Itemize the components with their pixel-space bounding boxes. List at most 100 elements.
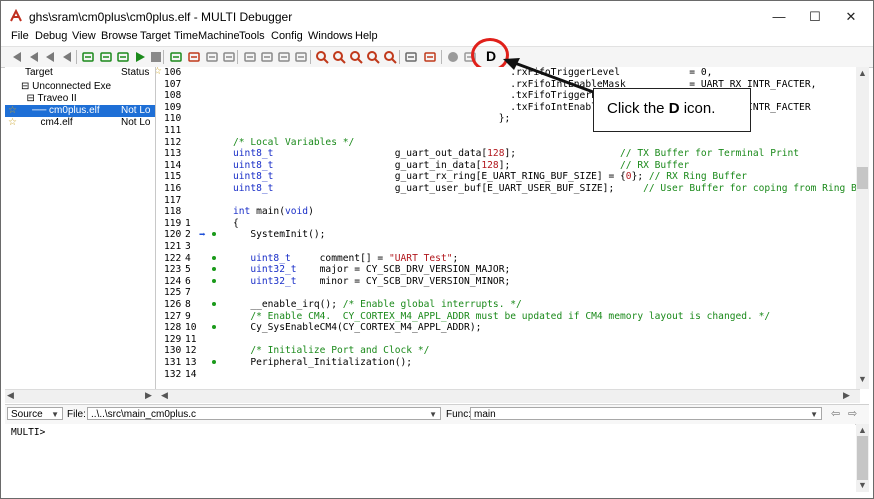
windows-icon[interactable] (404, 50, 418, 64)
source-line[interactable]: 117 (156, 195, 856, 207)
func-select[interactable]: main ▼ (470, 407, 822, 420)
favorite-icon[interactable]: ☆ (8, 93, 17, 104)
source-line[interactable]: 110 }; (156, 113, 856, 125)
source-line[interactable]: 115 uint8_t g_uart_rx_ring[E_UART_RING_BU… (156, 171, 856, 183)
menu-config[interactable]: Config (271, 30, 303, 42)
source-line[interactable]: 128 10 Cy_SysEnableCM4(CY_CORTEX_M4_APPL_… (156, 322, 856, 334)
maximize-button[interactable]: ☐ (795, 5, 835, 29)
source-line[interactable]: 123 5 uint32_t major = CY_SCB_DRV_VERSION… (156, 264, 856, 276)
breakpoint-site-dot[interactable] (212, 255, 216, 260)
menu-windows[interactable]: Windows (308, 30, 353, 42)
source-line[interactable]: 120 2 ➡ SystemInit(); (156, 228, 856, 241)
scroll-thumb[interactable] (857, 167, 868, 189)
file-select[interactable]: ..\..\src\main_cm0plus.c ▼ (87, 407, 441, 420)
step-back2-icon[interactable] (43, 50, 57, 64)
menu-tools[interactable]: Tools (239, 30, 265, 42)
source-line[interactable]: 107 .rxFifoIntEnableMask = UART_RX_INTR_… (156, 79, 856, 91)
menu-browse[interactable]: Browse (101, 30, 138, 42)
menu-help[interactable]: Help (355, 30, 378, 42)
favorite-icon[interactable]: ☆ (8, 117, 17, 128)
target-row[interactable]: ☆ ⊟ Traveo II (5, 93, 155, 105)
scroll-down-icon[interactable]: ▼ (858, 374, 867, 384)
breakpoint-site-dot[interactable] (212, 278, 216, 283)
zoom1-icon[interactable] (315, 50, 329, 64)
scroll-left-icon[interactable]: ◀ (7, 390, 14, 401)
source-line[interactable]: 132 14 (156, 369, 856, 381)
profile-icon[interactable] (294, 50, 308, 64)
hand-icon[interactable] (446, 50, 460, 64)
scroll-down-icon[interactable]: ▼ (858, 480, 867, 490)
source-line[interactable]: 113 uint8_t g_uart_out_data[128]; // TX B… (156, 148, 856, 160)
source-line[interactable]: 108 .txFifoTriggerLevel (156, 90, 856, 102)
source-line[interactable]: 122 4 uint8_t comment[] = "UART Test"; (156, 253, 856, 265)
memory-icon[interactable] (243, 50, 257, 64)
target-row[interactable]: ☆ ⊟ Unconnected Exe (5, 81, 155, 93)
target-column-header[interactable]: Target (25, 67, 53, 78)
status-column-header[interactable]: Status (121, 67, 149, 78)
breakpoint-site-dot[interactable] (212, 360, 216, 364)
back-icon[interactable] (10, 50, 24, 64)
scroll-thumb[interactable] (857, 436, 868, 480)
step-back-icon[interactable] (27, 50, 41, 64)
breakpoint-site-dot[interactable] (212, 267, 216, 272)
close-button[interactable]: ✕ (831, 5, 871, 29)
source-line[interactable]: 116 uint8_t g_uart_user_buf[E_UART_USER_B… (156, 183, 856, 195)
breakpoint-site-dot[interactable] (212, 325, 216, 330)
bookmark-icon[interactable]: ☆ (156, 67, 162, 77)
source-line[interactable]: 127 9 /* Enable CM4. CY_CORTEX_M4_APPL_AD… (156, 311, 856, 323)
source-line[interactable]: 109 .txFifoIntEnableMask = UART_TX_INTR_… (156, 102, 856, 114)
zoom3-icon[interactable] (349, 50, 363, 64)
menu-debug[interactable]: Debug (35, 30, 67, 42)
source-line[interactable]: 121 3 (156, 241, 856, 253)
source-line[interactable]: 125 7 (156, 287, 856, 299)
source-vertical-scrollbar[interactable]: ▲ ▼ (856, 67, 869, 389)
step-out-icon[interactable] (116, 50, 130, 64)
step-back3-icon[interactable] (60, 50, 74, 64)
trace-icon[interactable] (222, 50, 236, 64)
source-line[interactable]: 124 6 uint32_t minor = CY_SCB_DRV_VERSION… (156, 276, 856, 288)
source-line[interactable]: 131 13 Peripheral_Initialization(); (156, 357, 856, 369)
command-vertical-scrollbar[interactable]: ▲ ▼ (856, 424, 869, 492)
breakpoint-site-dot[interactable] (212, 302, 216, 306)
call-stack-icon[interactable] (277, 50, 291, 64)
favorite-icon[interactable]: ☆ (8, 81, 17, 92)
menu-target[interactable]: Target (140, 30, 171, 42)
menu-view[interactable]: View (72, 30, 96, 42)
nav-forward-icon[interactable]: ⇨ (848, 407, 857, 420)
command-pane[interactable]: MULTI> (5, 424, 855, 492)
source-pane[interactable]: ☆ 106 .rxFifoTriggerLevel = 0, 107 .rxFifo… (156, 67, 856, 389)
target-row[interactable]: ☆ cm4.elf Not Lo (5, 117, 155, 129)
source-line[interactable]: 126 8 __enable_irq(); /* Enable global in… (156, 299, 856, 311)
calc-icon[interactable] (423, 50, 437, 64)
zoom5-icon[interactable] (383, 50, 397, 64)
minimize-button[interactable]: — (759, 5, 799, 29)
run-icon[interactable] (133, 50, 147, 64)
source-mode-select[interactable]: Source ▼ (7, 407, 63, 420)
source-line[interactable]: 112 /* Local Variables */ (156, 137, 856, 149)
step-into-icon[interactable] (99, 50, 113, 64)
download-icon[interactable] (187, 50, 201, 64)
source-line[interactable]: 119 1 { (156, 218, 856, 230)
scroll-up-icon[interactable]: ▲ (858, 68, 867, 78)
source-line[interactable]: 130 12 /* Initialize Port and Clock */ (156, 345, 856, 357)
source-line[interactable]: 118 int main(void) (156, 206, 856, 218)
source-scroll-right-icon[interactable]: ▶ (843, 390, 850, 401)
source-line[interactable]: 114 uint8_t g_uart_in_data[128]; // RX Bu… (156, 160, 856, 172)
source-scroll-left-icon[interactable]: ◀ (161, 390, 168, 401)
zoom4-icon[interactable] (366, 50, 380, 64)
zoom2-icon[interactable] (332, 50, 346, 64)
menu-file[interactable]: File (11, 30, 29, 42)
menu-timemachine[interactable]: TimeMachine (174, 30, 240, 42)
source-line[interactable]: 129 11 (156, 334, 856, 346)
horizontal-scrollbar[interactable]: ◀ ▶ ◀ ▶ (5, 389, 860, 403)
breakpoint-site-dot[interactable] (212, 232, 216, 237)
scroll-up-icon[interactable]: ▲ (858, 425, 867, 435)
scroll-right-icon[interactable]: ▶ (145, 390, 152, 401)
source-line[interactable]: ☆ 106 .rxFifoTriggerLevel = 0, (156, 67, 856, 79)
breakpoint-icon[interactable] (205, 50, 219, 64)
favorite-icon[interactable]: ☆ (8, 105, 17, 116)
restart-icon[interactable] (169, 50, 183, 64)
target-row[interactable]: ☆ ── cm0plus.elf Not Lo (5, 105, 155, 117)
registers-icon[interactable] (260, 50, 274, 64)
step-over-icon[interactable] (81, 50, 95, 64)
